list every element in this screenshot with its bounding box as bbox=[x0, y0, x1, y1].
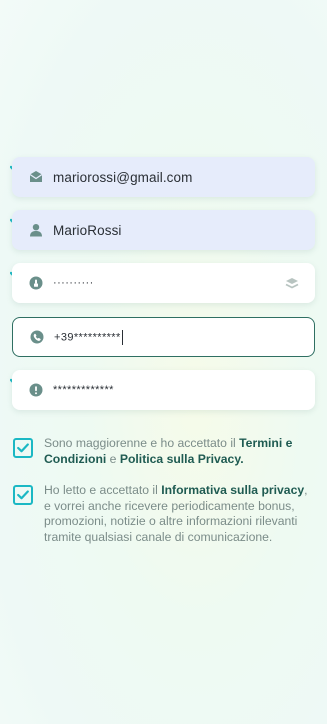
email-icon bbox=[29, 170, 43, 184]
terms-consent-row: Sono maggiorenne e ho accettato il Termi… bbox=[13, 436, 313, 467]
lock-icon bbox=[29, 276, 43, 290]
privacy-info-link[interactable]: Informativa sulla privacy bbox=[161, 483, 304, 497]
phone-icon bbox=[30, 330, 44, 344]
user-icon bbox=[29, 223, 43, 237]
alert-icon bbox=[29, 383, 43, 397]
checkmark-icon bbox=[17, 490, 29, 500]
username-field[interactable]: MarioRossi bbox=[12, 210, 315, 250]
terms-checkbox[interactable] bbox=[13, 438, 33, 458]
phone-value-text: +39********** bbox=[54, 330, 121, 343]
username-value: MarioRossi bbox=[53, 222, 122, 238]
terms-text-2: e bbox=[106, 451, 120, 466]
password-value: ·········· bbox=[53, 277, 94, 289]
privacy-checkbox[interactable] bbox=[13, 485, 33, 505]
email-field[interactable]: mariorossi@gmail.com bbox=[12, 157, 315, 197]
privacy-consent-text: Ho letto e accettato il Informativa sull… bbox=[44, 483, 313, 545]
code-value: ************* bbox=[53, 384, 114, 396]
text-caret bbox=[121, 329, 123, 345]
checkmark-icon bbox=[17, 443, 29, 453]
email-value: mariorossi@gmail.com bbox=[53, 169, 193, 185]
phone-field[interactable]: +39********** bbox=[12, 317, 315, 357]
eye-icon[interactable] bbox=[285, 276, 299, 290]
code-field[interactable]: ************* bbox=[12, 370, 315, 410]
privacy-text-1: Ho letto e accettato il bbox=[44, 483, 162, 497]
phone-value: +39********** bbox=[54, 329, 123, 345]
terms-text-1: Sono maggiorenne e ho accettato il bbox=[44, 436, 240, 450]
privacy-policy-link[interactable]: Politica sulla Privacy. bbox=[120, 452, 244, 466]
terms-consent-text: Sono maggiorenne e ho accettato il Termi… bbox=[44, 436, 313, 467]
privacy-consent-row: Ho letto e accettato il Informativa sull… bbox=[13, 483, 313, 545]
password-field[interactable]: ·········· bbox=[12, 263, 315, 303]
